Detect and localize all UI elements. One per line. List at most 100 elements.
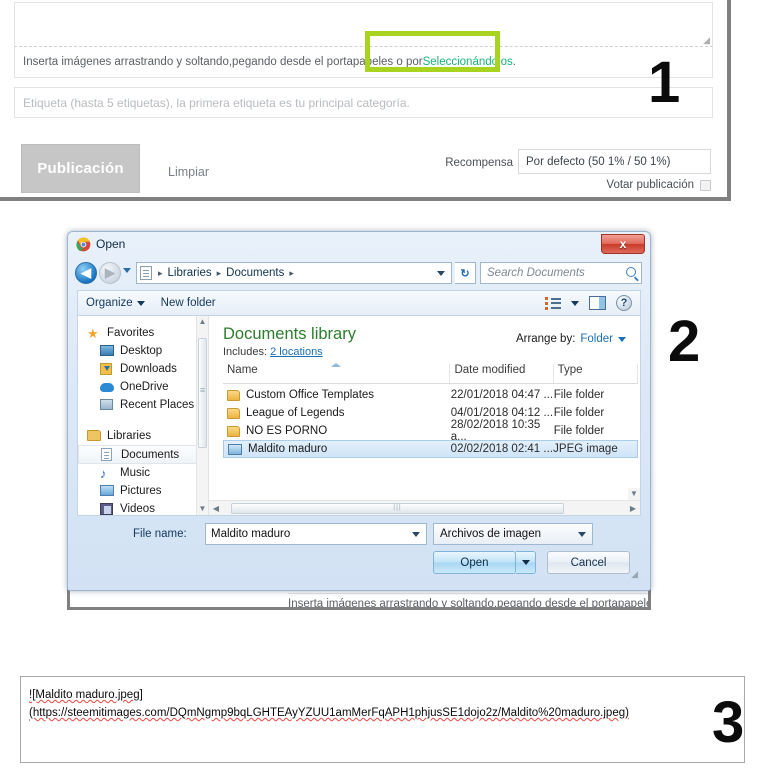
file-date: 02/02/2018 02:41 ...: [450, 443, 553, 455]
tags-input[interactable]: Etiqueta (hasta 5 etiquetas), la primera…: [14, 87, 713, 118]
view-options-icon[interactable]: [545, 296, 561, 310]
file-name: League of Legends: [246, 407, 345, 419]
file-name-input-value: Maldito maduro: [211, 528, 291, 540]
sidebar-item-onedrive[interactable]: OneDrive: [78, 378, 208, 396]
scrollbar-thumb[interactable]: [198, 338, 207, 448]
sidebar-label: Videos: [120, 503, 155, 515]
column-header-name[interactable]: Name: [223, 363, 451, 383]
table-row[interactable]: League of Legends 04/01/2018 04:12 ... F…: [223, 404, 638, 422]
highlight-box-select-images: [365, 31, 500, 72]
toolbar-right-group: ?: [545, 295, 640, 311]
vote-post-checkbox[interactable]: [700, 179, 711, 191]
table-row[interactable]: Custom Office Templates 22/01/2018 04:47…: [223, 386, 638, 404]
videos-icon: [100, 502, 114, 516]
markdown-line-1: ![Maldito maduro.jpeg]: [29, 687, 744, 705]
chevron-down-icon[interactable]: [412, 532, 420, 537]
file-date: 04/01/2018 04:12 ...: [450, 407, 554, 419]
search-input[interactable]: Search Documents: [480, 262, 642, 284]
view-options-chevron-down-icon[interactable]: [571, 300, 579, 306]
breadcrumb-sep-1: ▸: [216, 267, 222, 278]
resize-grip-icon[interactable]: ◢: [631, 569, 638, 580]
sidebar-label: Favorites: [107, 327, 155, 339]
search-icon: [626, 267, 636, 277]
breadcrumb-item-libraries[interactable]: Libraries: [166, 267, 214, 279]
sidebar-label: Libraries: [107, 430, 152, 442]
library-locations-link[interactable]: 2 locations: [270, 346, 323, 358]
music-note-icon: ♪: [100, 465, 107, 481]
image-insert-hint: Inserta imágenes arrastrando y soltando,…: [14, 47, 713, 78]
documents-icon: [140, 266, 152, 280]
sidebar-label: OneDrive: [120, 381, 169, 393]
sidebar-item-videos[interactable]: Videos: [78, 500, 208, 516]
vote-post-row[interactable]: Votar publicación: [606, 179, 711, 191]
table-row[interactable]: NO ES PORNO 28/02/2018 10:35 a... File f…: [223, 419, 638, 443]
annotation-number-3: 3: [712, 690, 745, 755]
scroll-down-icon[interactable]: ▼: [197, 503, 208, 515]
file-date: 28/02/2018 10:35 a...: [450, 419, 541, 443]
clear-button[interactable]: Limpiar: [168, 165, 209, 179]
sidebar-item-recent-places[interactable]: Recent Places: [78, 396, 208, 414]
file-date: 22/01/2018 04:47 ...: [450, 389, 554, 401]
sidebar-label: Pictures: [120, 485, 162, 497]
back-button[interactable]: ◀: [75, 262, 97, 284]
open-button-dropdown[interactable]: [516, 551, 536, 574]
arrange-by-label: Arrange by:: [515, 333, 576, 345]
refresh-button[interactable]: ↻: [455, 262, 476, 284]
column-headers: Name Date modified Type: [223, 363, 638, 384]
forward-button[interactable]: ▶: [99, 262, 121, 284]
file-list-horizontal-scrollbar[interactable]: ◀ ▶: [209, 500, 640, 515]
preview-pane-icon[interactable]: [589, 296, 606, 310]
post-body-textarea[interactable]: ◢: [14, 2, 713, 47]
sidebar-item-libraries[interactable]: Libraries: [78, 427, 208, 445]
navigation-pane-scrollbar[interactable]: ▲ ▼: [196, 316, 208, 515]
column-header-name-label: Name: [227, 364, 258, 376]
annotation-number-2: 2: [668, 309, 701, 374]
library-includes: Includes: 2 locations: [223, 346, 640, 358]
column-header-date-modified[interactable]: Date modified: [450, 364, 554, 383]
organize-button[interactable]: Organize: [78, 297, 153, 309]
reward-select[interactable]: Por defecto (50 1% / 50 1%): [518, 149, 711, 174]
desktop-icon: [100, 344, 114, 358]
scroll-down-icon[interactable]: ▼: [628, 488, 640, 500]
markdown-result-textarea[interactable]: ![Maldito maduro.jpeg] (https://steemiti…: [20, 676, 745, 763]
chevron-down-icon: [618, 336, 626, 342]
folder-icon: [227, 425, 240, 437]
cancel-button[interactable]: Cancel: [547, 551, 630, 574]
file-name-cell: NO ES PORNO: [223, 425, 451, 437]
history-dropdown-icon[interactable]: [123, 268, 131, 273]
new-folder-button[interactable]: New folder: [153, 297, 224, 309]
arrange-by-control[interactable]: Arrange by: Folder: [516, 333, 626, 345]
scrollbar-track[interactable]: [223, 501, 626, 515]
star-icon: ★: [87, 325, 99, 341]
onedrive-cloud-icon: [100, 381, 114, 394]
scrollbar-thumb[interactable]: [231, 502, 564, 514]
folder-icon: [227, 389, 240, 401]
table-row-selected[interactable]: Maldito maduro 02/02/2018 02:41 ... JPEG…: [223, 440, 638, 458]
scroll-right-icon[interactable]: ▶: [626, 504, 640, 513]
file-name-input[interactable]: Maldito maduro: [205, 523, 427, 545]
open-button[interactable]: Open: [433, 551, 516, 574]
editor-behind-hint-text: Inserta imágenes arrastrando y soltando,…: [288, 593, 648, 607]
dialog-titlebar[interactable]: Open x: [68, 232, 650, 257]
file-type-filter-select[interactable]: Archivos de imagen: [433, 523, 593, 545]
file-type: File folder: [553, 407, 605, 419]
sidebar-item-pictures[interactable]: Pictures: [78, 482, 208, 500]
column-header-type[interactable]: Type: [554, 364, 638, 383]
publish-button[interactable]: Publicación: [21, 144, 140, 193]
chevron-down-icon[interactable]: [437, 271, 445, 276]
textarea-resize-handle-icon[interactable]: ◢: [700, 35, 710, 45]
sidebar-item-favorites[interactable]: ★ Favorites: [78, 324, 208, 342]
close-icon[interactable]: x: [601, 234, 645, 254]
sidebar-item-documents[interactable]: Documents: [78, 445, 206, 464]
scroll-up-icon[interactable]: ▲: [197, 316, 208, 328]
breadcrumb-item-documents[interactable]: Documents: [224, 267, 286, 279]
breadcrumb[interactable]: ▸ Libraries ▸ Documents ▸: [136, 262, 452, 284]
file-name-cell: League of Legends: [223, 407, 451, 419]
sidebar-item-downloads[interactable]: Downloads: [78, 360, 208, 378]
sidebar-item-desktop[interactable]: Desktop: [78, 342, 208, 360]
reward-select-value: Por defecto (50 1% / 50 1%): [526, 155, 671, 168]
navigation-pane: ★ Favorites Desktop Downloads OneDrive R…: [78, 316, 209, 515]
help-icon[interactable]: ?: [616, 295, 632, 311]
sidebar-item-music[interactable]: ♪ Music: [78, 464, 208, 482]
scroll-left-icon[interactable]: ◀: [209, 504, 223, 513]
